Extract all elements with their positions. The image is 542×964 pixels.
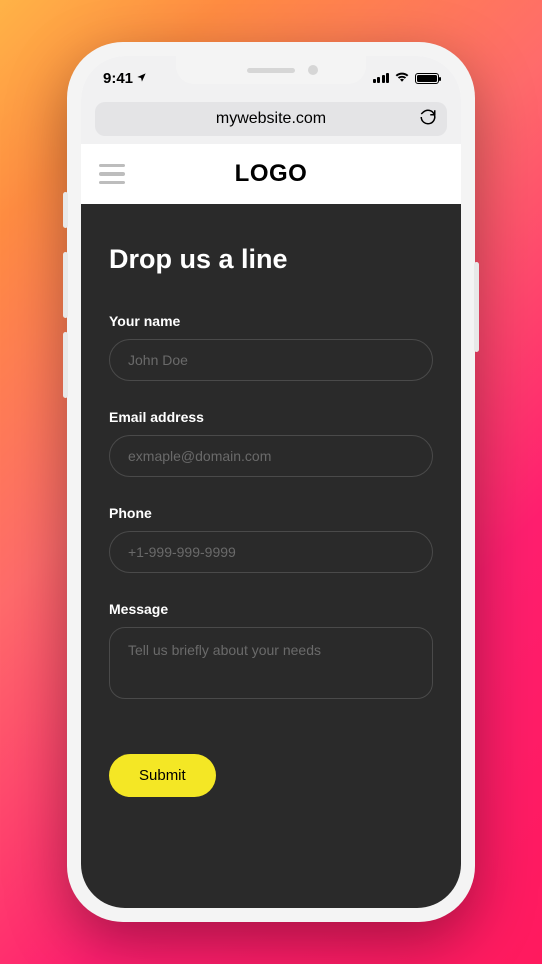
status-time: 9:41 [103, 70, 147, 87]
email-label: Email address [109, 409, 433, 425]
email-input[interactable] [109, 435, 433, 477]
email-field-group: Email address [109, 409, 433, 477]
form-section: Drop us a line Your name Email address P… [81, 204, 461, 908]
battery-icon [415, 73, 439, 84]
url-field[interactable]: mywebsite.com [95, 102, 447, 136]
status-icons [373, 70, 440, 86]
phone-frame: 9:41 mywebsite.com [67, 42, 475, 922]
location-icon [136, 70, 147, 87]
side-button [474, 262, 479, 352]
name-label: Your name [109, 313, 433, 329]
screen: 9:41 mywebsite.com [81, 56, 461, 908]
phone-label: Phone [109, 505, 433, 521]
message-input[interactable] [109, 627, 433, 699]
phone-input[interactable] [109, 531, 433, 573]
reload-icon[interactable] [419, 108, 437, 131]
name-input[interactable] [109, 339, 433, 381]
name-field-group: Your name [109, 313, 433, 381]
side-button [63, 252, 68, 318]
message-field-group: Message [109, 601, 433, 704]
phone-field-group: Phone [109, 505, 433, 573]
hamburger-icon[interactable] [99, 164, 125, 185]
side-button [63, 192, 68, 228]
wifi-icon [394, 70, 410, 86]
notch [176, 56, 366, 84]
signal-icon [373, 73, 390, 83]
message-label: Message [109, 601, 433, 617]
side-button [63, 332, 68, 398]
time-text: 9:41 [103, 70, 133, 87]
url-text: mywebsite.com [216, 110, 326, 128]
logo[interactable]: LOGO [235, 160, 308, 188]
site-header: LOGO [81, 144, 461, 204]
speaker [247, 68, 295, 73]
submit-button[interactable]: Submit [109, 754, 216, 797]
camera [308, 65, 318, 75]
browser-url-bar: mywebsite.com [81, 100, 461, 144]
page-title: Drop us a line [109, 244, 433, 275]
